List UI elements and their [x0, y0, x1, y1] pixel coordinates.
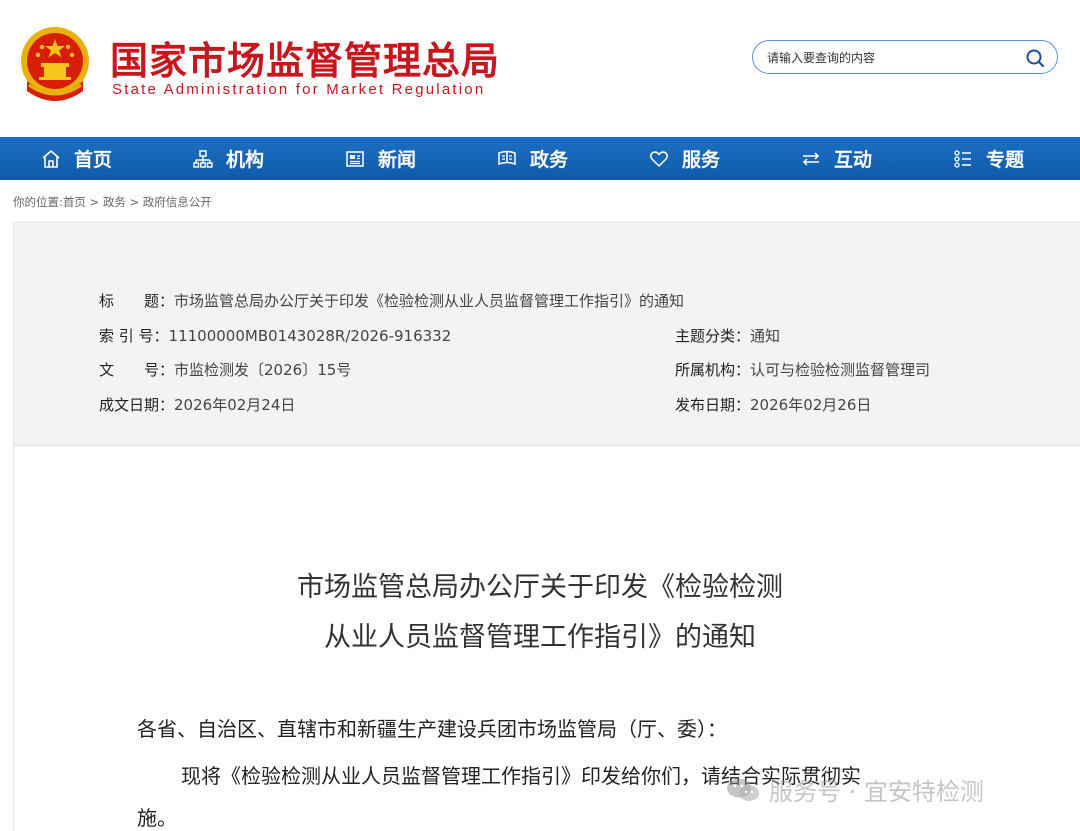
meta-dept-value: 认可与检验检测监督管理司	[750, 361, 931, 379]
breadcrumb-home[interactable]: 首页	[63, 195, 86, 209]
document-meta-table: 标 题：市场监管总局办公厅关于印发《检验检测从业人员监督管理工作指引》的通知 索…	[14, 223, 1080, 446]
nav-item-label: 服务	[681, 149, 720, 171]
meta-category-label: 主题分类：	[675, 327, 751, 345]
meta-docno-row: 文 号：市监检测发〔2026〕15号	[99, 359, 351, 380]
nav-item-service[interactable]: 服务	[608, 137, 760, 180]
meta-title-value: 市场监管总局办公厅关于印发《检验检测从业人员监督管理工作指引》的通知	[174, 292, 685, 310]
search-box	[752, 40, 1058, 74]
exchange-icon	[800, 148, 822, 170]
watermark: 服务号 · 宜安特检测	[725, 772, 984, 807]
meta-index-label: 索 引 号：	[99, 327, 169, 345]
meta-published-value: 2026年02月26日	[750, 396, 872, 414]
national-emblem-icon[interactable]	[17, 25, 93, 105]
nav-item-label: 首页	[73, 149, 112, 171]
government-icon	[496, 148, 518, 170]
meta-title-row: 标 题：市场监管总局办公厅关于印发《检验检测从业人员监督管理工作指引》的通知	[99, 290, 684, 311]
breadcrumb-separator: >	[85, 195, 103, 209]
nav-item-home[interactable]: 首页	[0, 137, 152, 180]
nav-item-interact[interactable]: 互动	[760, 137, 912, 180]
meta-docno-label: 文 号：	[99, 361, 175, 379]
main-nav: 首页 机构 新闻 政务 服务 互动 专题	[0, 137, 1080, 180]
nav-item-label: 专题	[985, 149, 1024, 171]
breadcrumb-gov[interactable]: 政务	[103, 195, 126, 209]
nav-item-topics[interactable]: 专题	[912, 137, 1064, 180]
org-chart-icon	[192, 148, 214, 170]
breadcrumb-separator: >	[125, 195, 143, 209]
meta-written-label: 成文日期：	[99, 396, 175, 414]
site-title-cn[interactable]: 国家市场监督管理总局	[110, 30, 500, 85]
wechat-icon	[725, 777, 761, 803]
nav-item-label: 政务	[529, 149, 568, 171]
search-input[interactable]	[765, 47, 1019, 69]
meta-title-label: 标 题：	[99, 292, 175, 310]
newspaper-icon	[344, 148, 366, 170]
meta-category-value: 通知	[750, 327, 781, 345]
meta-written-date-row: 成文日期：2026年02月24日	[99, 394, 295, 415]
home-icon	[40, 148, 62, 170]
meta-dept-row: 所属机构：认可与检验检测监督管理司	[675, 359, 930, 380]
breadcrumb: 你的位置:首页 > 政务 > 政府信息公开	[13, 194, 212, 210]
nav-item-label: 新闻	[377, 149, 416, 171]
watermark-text: 服务号 · 宜安特检测	[769, 778, 984, 806]
meta-docno-value: 市监检测发〔2026〕15号	[174, 361, 352, 379]
site-title-en: State Administration for Market Regulati…	[112, 81, 486, 98]
meta-published-label: 发布日期：	[675, 396, 751, 414]
article-title-line-1: 市场监管总局办公厅关于印发《检验检测	[297, 572, 783, 603]
search-icon[interactable]	[1025, 48, 1045, 68]
nav-item-org[interactable]: 机构	[152, 137, 304, 180]
topics-icon	[952, 148, 974, 170]
meta-category-row: 主题分类：通知	[675, 325, 780, 346]
nav-item-label: 互动	[833, 149, 872, 171]
nav-item-gov[interactable]: 政务	[456, 137, 608, 180]
article-body-line-2: 施。	[137, 806, 177, 830]
article-salutation: 各省、自治区、直辖市和新疆生产建设兵团市场监管局（厅、委）：	[137, 717, 727, 741]
breadcrumb-info-public[interactable]: 政府信息公开	[143, 195, 212, 209]
meta-written-value: 2026年02月24日	[174, 396, 296, 414]
meta-index-row: 索 引 号：11100000MB0143028R/2026-916332	[99, 325, 451, 346]
meta-index-value: 11100000MB0143028R/2026-916332	[168, 327, 452, 345]
article-title-line-2: 从业人员监督管理工作指引》的通知	[324, 622, 756, 653]
nav-item-news[interactable]: 新闻	[304, 137, 456, 180]
breadcrumb-prefix: 你的位置:	[13, 195, 63, 209]
meta-dept-label: 所属机构：	[675, 361, 751, 379]
site-header: 国家市场监督管理总局 State Administration for Mark…	[0, 0, 1080, 137]
heart-icon	[648, 148, 670, 170]
nav-item-label: 机构	[225, 149, 264, 171]
meta-published-date-row: 发布日期：2026年02月26日	[675, 394, 871, 415]
